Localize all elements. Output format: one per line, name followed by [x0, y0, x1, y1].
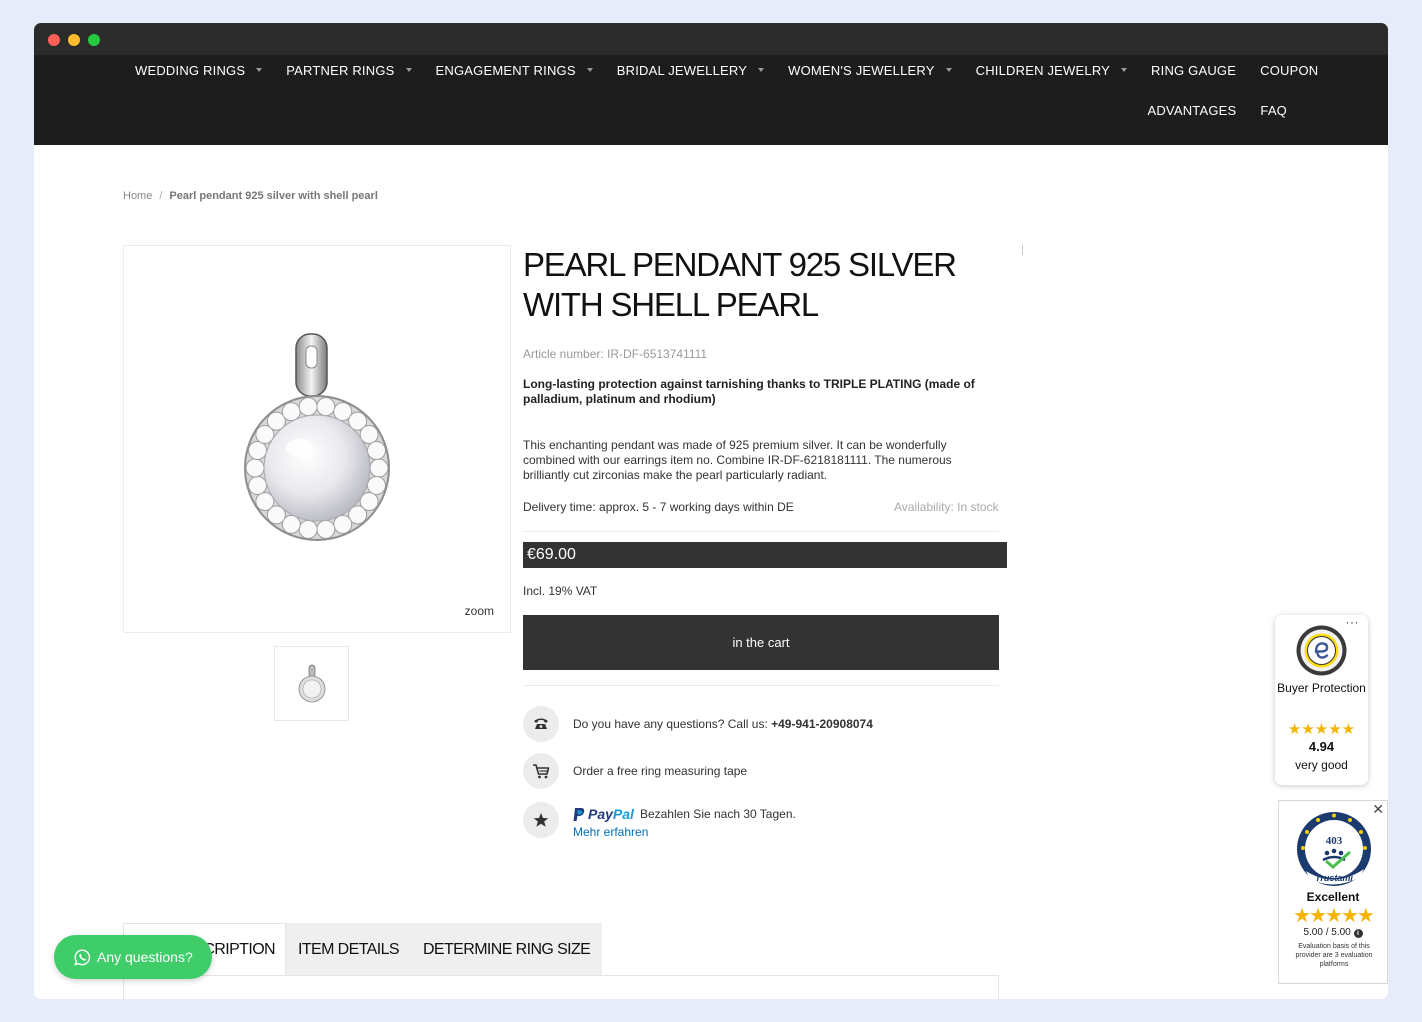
- add-to-cart-button[interactable]: in the cart: [523, 615, 999, 670]
- browser-window: WEDDING RINGS PARTNER RINGS ENGAGEMENT RIN…: [34, 23, 1388, 999]
- chevron-down-icon: [586, 68, 593, 72]
- product-description: This enchanting pendant was made of 925 …: [523, 438, 952, 482]
- nav-item-advantages[interactable]: ADVANTAGES: [1147, 102, 1236, 118]
- trustami-widget[interactable]: ✕ 403 Trustami Excellent ★★★★★ 5.00 / 5.…: [1278, 800, 1388, 984]
- paypal-logo: Pay Pal: [573, 806, 634, 822]
- maximize-window-button[interactable]: [88, 34, 100, 46]
- nav-item-ring-gauge[interactable]: RING GAUGE: [1151, 62, 1236, 78]
- paypal-pay-text: Pay: [588, 806, 613, 822]
- divider: [1022, 245, 1023, 255]
- nav-item-label: WEDDING RINGS: [135, 62, 246, 78]
- trustami-score-text: 5.00 / 5.00: [1303, 927, 1351, 938]
- chevron-down-icon: [1121, 68, 1128, 72]
- nav-item-label: RING GAUGE: [1151, 62, 1237, 78]
- trustami-score: 5.00 / 5.00 i: [1279, 927, 1387, 938]
- nav-row-primary: WEDDING RINGS PARTNER RINGS ENGAGEMENT RIN…: [135, 62, 1342, 78]
- rating-label: very good: [1295, 758, 1348, 772]
- chevron-down-icon: [758, 68, 765, 72]
- tab-determine-ring-size[interactable]: DETERMINE RING SIZE: [410, 923, 603, 976]
- paypal-text: Bezahlen Sie nach 30 Tagen.: [639, 807, 796, 821]
- measuring-tape-row[interactable]: Order a free ring measuring tape: [523, 753, 747, 789]
- product-main-image[interactable]: zoom: [123, 245, 511, 633]
- nav-item-faq[interactable]: FAQ: [1260, 102, 1287, 118]
- measuring-tape-link[interactable]: Order a free ring measuring tape: [573, 764, 747, 778]
- nav-item-bridal-jewellery[interactable]: BRIDAL JEWELLERY: [616, 62, 765, 78]
- tab-panel: [123, 975, 999, 999]
- contact-phone-link[interactable]: +49-941-20908074: [771, 717, 873, 731]
- nav-item-coupon[interactable]: COUPON: [1260, 62, 1318, 78]
- main-navigation: WEDDING RINGS PARTNER RINGS ENGAGEMENT RIN…: [34, 55, 1388, 145]
- product-title: PEARL PENDANT 925 SILVER WITH SHELL PEAR…: [523, 246, 957, 323]
- cart-icon: [523, 753, 559, 789]
- nav-item-label: ENGAGEMENT RINGS: [435, 62, 576, 78]
- phone-icon: [523, 706, 559, 742]
- rating-score: 4.94: [1308, 739, 1335, 754]
- trustami-rating-label: Excellent: [1306, 890, 1360, 904]
- seal-brand: Trustami: [1315, 873, 1353, 883]
- nav-item-women-s-jewellery[interactable]: WOMEN'S JEWELLERY: [788, 62, 952, 78]
- availability-status: Availability: In stock: [894, 500, 999, 514]
- article-number: Article number: IR-DF-6513741111: [523, 347, 708, 361]
- product-thumbnail[interactable]: [274, 646, 349, 721]
- nav-row-secondary: ADVANTAGES FAQ: [1123, 102, 1287, 118]
- nav-item-label: CHILDREN JEWELRY: [975, 62, 1111, 78]
- product-price: €69.00: [523, 542, 1007, 568]
- paypal-message: Pay Pal Bezahlen Sie nach 30 Tagen. Mehr …: [573, 806, 796, 839]
- trustami-stars: ★★★★★: [1293, 905, 1375, 927]
- close-icon[interactable]: ✕: [1372, 802, 1384, 816]
- close-window-button[interactable]: [48, 34, 60, 46]
- nav-item-partner-rings[interactable]: PARTNER RINGS: [286, 62, 412, 78]
- product-highlight: Long-lasting protection against tarnishi…: [523, 377, 975, 406]
- trustami-note: Evaluation basis of this provider are 3 …: [1295, 943, 1373, 968]
- contact-row: Do you have any questions? Call us: +49-…: [523, 706, 873, 742]
- pendant-thumbnail-image: [298, 664, 326, 703]
- star-icon: [523, 802, 559, 838]
- trusted-shops-seal-icon: [1296, 625, 1347, 676]
- paypal-icon: [573, 807, 585, 821]
- divider: [523, 685, 999, 686]
- nav-item-wedding-rings[interactable]: WEDDING RINGS: [135, 62, 263, 78]
- breadcrumb-separator: /: [159, 190, 163, 202]
- whatsapp-chat-button[interactable]: Any questions?: [54, 935, 212, 979]
- nav-item-label: BRIDAL JEWELLERY: [616, 62, 748, 78]
- buyer-protection-label: Buyer Protection: [1277, 681, 1366, 695]
- breadcrumb-home-link[interactable]: Home: [123, 190, 152, 202]
- nav-item-label: WOMEN'S JEWELLERY: [788, 62, 935, 78]
- breadcrumb: Home / Pearl pendant 925 silver with she…: [123, 190, 378, 202]
- nav-item-engagement-rings[interactable]: ENGAGEMENT RINGS: [436, 62, 593, 78]
- chevron-down-icon: [405, 68, 412, 72]
- nav-item-label: COUPON: [1260, 62, 1319, 78]
- tab-item-details[interactable]: ITEM DETAILS: [286, 923, 411, 976]
- chevron-down-icon: [945, 68, 952, 72]
- chat-label: Any questions?: [97, 949, 193, 965]
- trustami-seal-icon: 403 Trustami: [1297, 812, 1371, 886]
- contact-text: Do you have any questions? Call us:: [573, 717, 772, 731]
- trusted-shops-badge[interactable]: ··· Buyer Protection ★★★★★ 4.94 very goo…: [1275, 615, 1368, 785]
- paypal-learn-more-link[interactable]: Mehr erfahren: [573, 825, 796, 839]
- paypal-pal-text: Pal: [612, 806, 634, 822]
- zoom-label[interactable]: zoom: [465, 604, 494, 618]
- pearl-pendant-image: [244, 333, 390, 541]
- nav-item-children-jewelry[interactable]: CHILDREN JEWELRY: [975, 62, 1128, 78]
- more-options-icon[interactable]: ···: [1346, 615, 1360, 629]
- chevron-down-icon: [256, 68, 263, 72]
- whatsapp-icon: [74, 948, 91, 966]
- delivery-time: Delivery time: approx. 5 - 7 working day…: [523, 500, 794, 514]
- rating-stars: ★★★★★: [1287, 721, 1356, 738]
- seal-number: 403: [1326, 835, 1343, 847]
- divider: [523, 531, 999, 532]
- info-icon[interactable]: i: [1353, 929, 1363, 938]
- vat-note: Incl. 19% VAT: [523, 584, 598, 598]
- minimize-window-button[interactable]: [68, 34, 80, 46]
- window-titlebar: [34, 23, 1388, 55]
- nav-item-label: PARTNER RINGS: [286, 62, 395, 78]
- breadcrumb-current: Pearl pendant 925 silver with shell pear…: [169, 190, 378, 202]
- paypal-row: Pay Pal Bezahlen Sie nach 30 Tagen. Mehr …: [523, 802, 796, 839]
